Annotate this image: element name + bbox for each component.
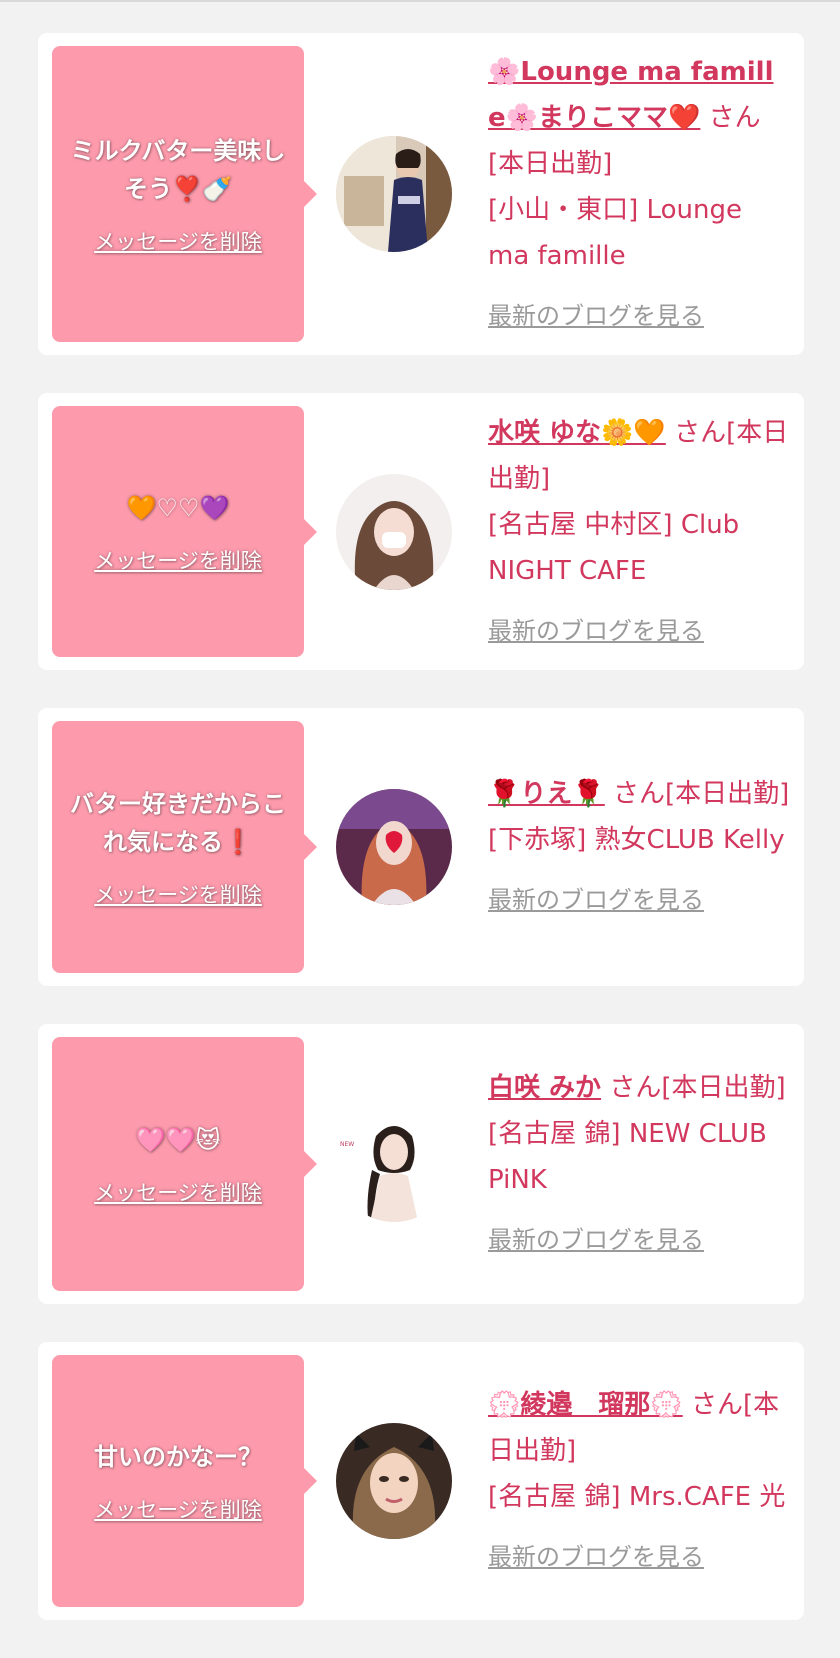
cast-info: 白咲 みか さん[本日出勤] [名古屋 錦] NEW CLUB PiNK 最新の… [484,1037,790,1291]
message-bubble: 🧡♡♡💜 メッセージを削除 [52,406,317,657]
delete-message-link[interactable]: メッセージを削除 [94,226,262,256]
cast-info: 🌹りえ🌹 さん[本日出勤] [下赤塚] 熟女CLUB Kelly 最新のブログを… [484,721,790,973]
message-card: 🧡♡♡💜 メッセージを削除 水咲 ゆな🌼🧡 さん[本日出勤] [名古屋 中村区]… [38,393,804,670]
cast-name-link[interactable]: 白咲 みか [488,1073,601,1103]
cast-info: 💮綾邉 瑠那💮 さん[本日出勤] [名古屋 錦] Mrs.CAFE 光 最新のブ… [484,1355,790,1607]
message-list: ミルクバター美味しそう❣️🍼 メッセージを削除 🌸Lounge ma famil… [38,33,804,1658]
message-text: ミルクバター美味しそう❣️🍼 [70,137,286,203]
message-bubble: ミルクバター美味しそう❣️🍼 メッセージを削除 [52,46,317,342]
cast-name-link[interactable]: 💮綾邉 瑠那💮 [488,1390,683,1420]
top-divider [0,0,840,2]
message-card: 🩷🩷😻 メッセージを削除 NEW 白咲 みか さん[本日出勤] [名古屋 錦] … [38,1024,804,1304]
delete-message-link[interactable]: メッセージを削除 [94,545,262,575]
message-text: 🧡♡♡💜 [126,493,230,522]
delete-message-link[interactable]: メッセージを削除 [94,879,262,909]
message-text: 🩷🩷😻 [135,1126,221,1154]
delete-message-link[interactable]: メッセージを削除 [94,1177,262,1207]
avatar[interactable] [336,1423,452,1539]
delete-message-link[interactable]: メッセージを削除 [94,1494,262,1524]
latest-blog-link[interactable]: 最新のブログを見る [488,1534,790,1580]
message-card: 甘いのかなー？ メッセージを削除 💮綾邉 瑠那💮 さん[本日出勤] [名古屋 錦… [38,1342,804,1620]
cast-status: さん[本日出勤] [613,779,790,809]
shop-name: [名古屋 錦] NEW CLUB PiNK [488,1119,767,1195]
message-bubble: バター好きだからこれ気になる❗️ メッセージを削除 [52,721,317,973]
avatar[interactable] [336,789,452,905]
latest-blog-link[interactable]: 最新のブログを見る [488,877,790,923]
message-text: バター好きだからこれ気になる❗️ [70,790,286,856]
shop-name: [名古屋 錦] Mrs.CAFE 光 [488,1482,786,1512]
avatar[interactable]: NEW [336,1106,452,1222]
message-bubble: 🩷🩷😻 メッセージを削除 [52,1037,317,1291]
svg-text:NEW: NEW [340,1141,354,1148]
latest-blog-link[interactable]: 最新のブログを見る [488,1217,790,1263]
latest-blog-link[interactable]: 最新のブログを見る [488,608,790,654]
cast-name-link[interactable]: 🌹りえ🌹 [488,779,605,809]
latest-blog-link[interactable]: 最新のブログを見る [488,293,790,339]
message-text: 甘いのかなー？ [94,1443,262,1471]
cast-status: さん[本日出勤] [609,1073,786,1103]
cast-name-link[interactable]: 水咲 ゆな🌼🧡 [488,418,666,448]
message-bubble: 甘いのかなー？ メッセージを削除 [52,1355,317,1607]
shop-name: [名古屋 中村区] Club NIGHT CAFE [488,509,740,586]
shop-name: [下赤塚] 熟女CLUB Kelly [488,825,785,855]
message-card: ミルクバター美味しそう❣️🍼 メッセージを削除 🌸Lounge ma famil… [38,33,804,355]
message-card: バター好きだからこれ気になる❗️ メッセージを削除 🌹りえ🌹 さん[本日出勤] [38,708,804,986]
cast-info: 🌸Lounge ma famille🌸まりこママ❤️ さん[本日出勤] [小山・… [484,46,790,342]
avatar[interactable] [336,473,452,590]
avatar[interactable] [336,136,452,252]
cast-info: 水咲 ゆな🌼🧡 さん[本日出勤] [名古屋 中村区] Club NIGHT CA… [484,406,790,657]
shop-name: [小山・東口] Lounge ma famille [488,195,742,271]
